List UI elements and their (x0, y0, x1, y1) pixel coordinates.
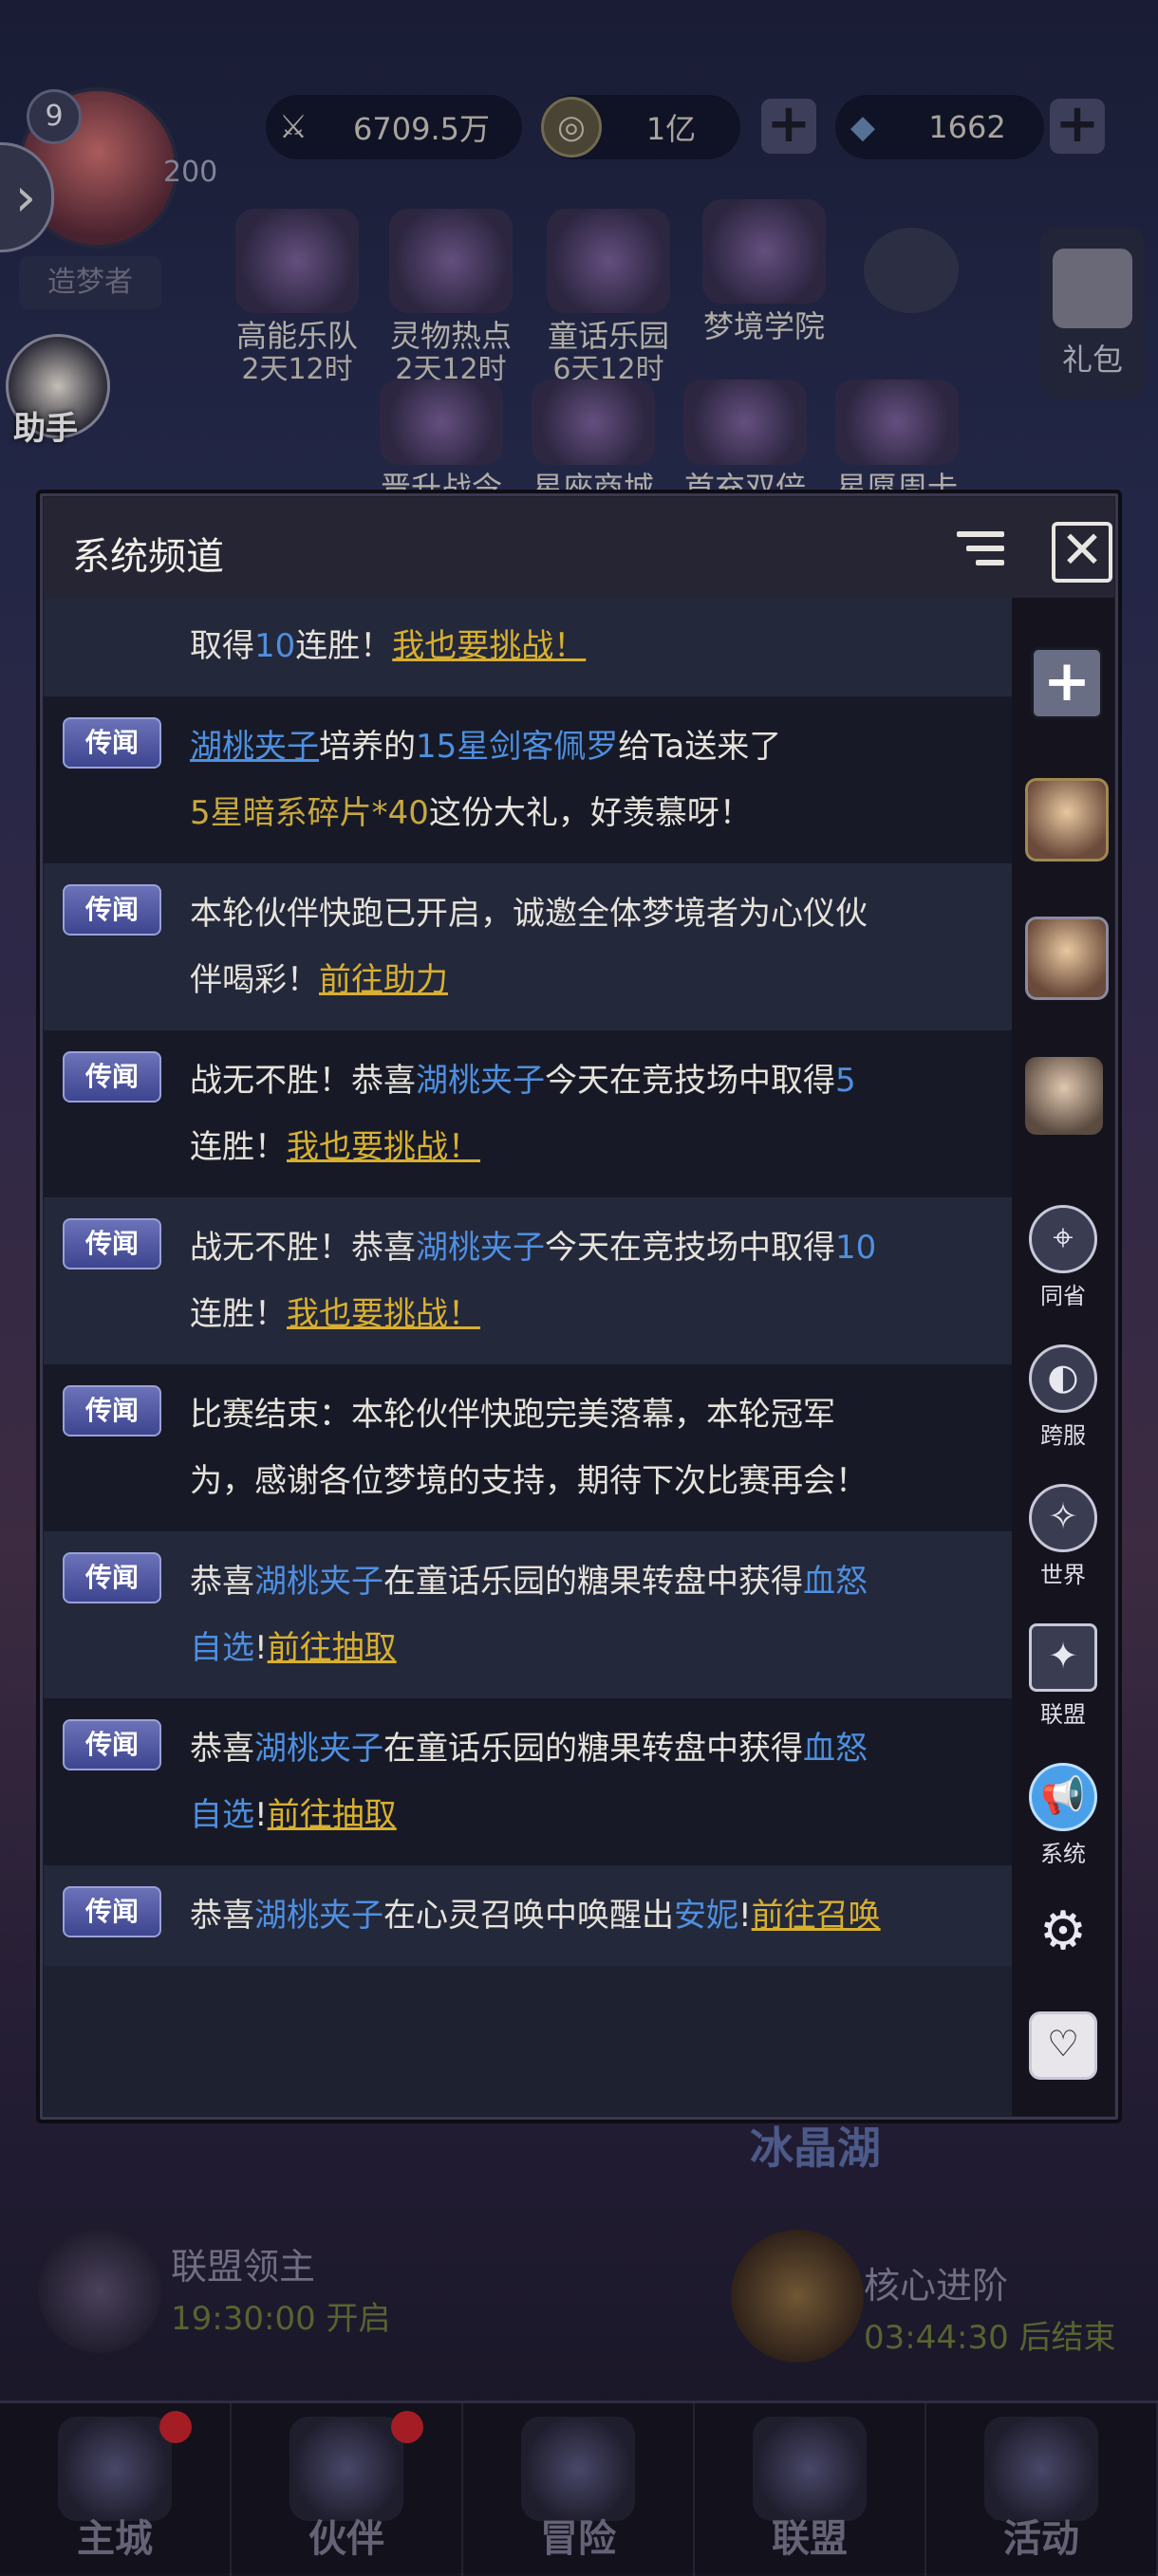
rumor-tag: 传闻 (63, 884, 161, 936)
contact-avatar[interactable] (1025, 917, 1109, 1000)
compass-icon (521, 2417, 635, 2521)
channel-sidebar: + ⌖ 同省 ◐ 跨服 ✧ 世界 ✦ 联盟 📢 系统 ⚙ ♡ (1012, 598, 1114, 2116)
rumor-tag: 传闻 (63, 1552, 161, 1603)
resource-power: ⚔ 6709.5万 (266, 95, 522, 159)
feature-weekly-card[interactable]: 星愿周卡 (807, 380, 987, 505)
alliance-icon: ✦ (1029, 1623, 1097, 1692)
player-name-link[interactable]: 湖桃夹子 (190, 728, 319, 766)
collapse-arrow-icon[interactable] (854, 228, 968, 319)
top-bar: 9 200 › 造梦者 ⚔ 6709.5万 ◎ 1亿 + ◆ 1662 + 高能… (0, 0, 1158, 505)
nav-alliance[interactable]: 联盟 (695, 2403, 926, 2576)
coin-icon: ◎ (541, 97, 602, 158)
event-core-advance[interactable]: 核心进阶 03:44:30 后结束 (731, 2230, 1139, 2372)
go-draw-link[interactable]: 前往抽取 (268, 1629, 397, 1667)
contact-avatar[interactable] (1025, 778, 1109, 862)
go-support-link[interactable]: 前往助力 (319, 961, 448, 999)
channel-cross-server[interactable]: ◐ 跨服 (1012, 1344, 1114, 1450)
gift-button[interactable]: 礼包 (1040, 228, 1145, 398)
level-badge: 9 (27, 89, 82, 144)
add-diamond-button[interactable]: + (1050, 98, 1105, 154)
alliance-lord-icon (38, 2230, 161, 2353)
challenge-link[interactable]: 我也要挑战！ (287, 1295, 480, 1333)
system-channel-panel: 系统频道 ✕ 取得10连胜！我也要挑战！ 传闻 湖桃夹子培养的15星剑客佩罗给T… (36, 490, 1122, 2123)
list-item: 取得10连胜！我也要挑战！ (44, 598, 1012, 696)
list-item: 传闻 战无不胜！恭喜湖桃夹子今天在竞技场中取得10连胜！我也要挑战！ (44, 1197, 1012, 1364)
location-icon: ⌖ (1029, 1205, 1097, 1273)
witch-hat-icon (290, 2417, 403, 2521)
shield-icon (753, 2417, 867, 2521)
cross-server-icon: ◐ (1029, 1344, 1097, 1413)
title-tag: 造梦者 (19, 256, 161, 309)
resource-diamond: ◆ 1662 (835, 95, 1044, 159)
rumor-tag: 传闻 (63, 717, 161, 769)
rumor-tag: 传闻 (63, 1385, 161, 1436)
filter-menu-icon[interactable] (957, 531, 1004, 569)
nav-adventure[interactable]: 冒险 (463, 2403, 695, 2576)
treasure-chest-icon (731, 2230, 864, 2363)
panel-title: 系统频道 (72, 535, 224, 579)
channel-system[interactable]: 📢 系统 (1012, 1763, 1114, 1868)
contact-avatar[interactable] (1025, 1057, 1103, 1135)
power-value: 200 (163, 156, 218, 189)
list-item: 传闻 战无不胜！恭喜湖桃夹子今天在竞技场中取得5连胜！我也要挑战！ (44, 1030, 1012, 1197)
rumor-tag: 传闻 (63, 1218, 161, 1269)
list-item: 传闻 湖桃夹子培养的15星剑客佩罗给Ta送来了 5星暗系碎片*40这份大礼，好羡… (44, 696, 1012, 863)
rumor-tag: 传闻 (63, 1051, 161, 1103)
nav-activity[interactable]: 活动 (926, 2403, 1158, 2576)
diamond-icon: ◆ (850, 108, 876, 146)
feature-dream-academy[interactable]: 梦境学院 (674, 199, 854, 343)
message-list[interactable]: 取得10连胜！我也要挑战！ 传闻 湖桃夹子培养的15星剑客佩罗给Ta送来了 5星… (44, 598, 1012, 2116)
heart-chat-icon: ♡ (1029, 2011, 1097, 2080)
cards-icon (984, 2417, 1098, 2521)
list-item: 传闻 本轮伙伴快跑已开启，诚邀全体梦境者为心仪伙伴喝彩！前往助力 (44, 863, 1012, 1030)
channel-alliance[interactable]: ✦ 联盟 (1012, 1623, 1114, 1729)
feature-spirit[interactable]: 灵物热点 2天12时 (361, 209, 541, 387)
notification-dot (159, 2411, 192, 2443)
list-item: 传闻 恭喜湖桃夹子在心灵召唤中唤醒出安妮!前往召唤 (44, 1865, 1012, 1966)
close-icon[interactable]: ✕ (1052, 522, 1112, 583)
bottom-nav: 主城 伙伴 冒险 联盟 活动 (0, 2400, 1158, 2576)
list-item: 传闻 恭喜湖桃夹子在童话乐园的糖果转盘中获得血怒自选!前往抽取 (44, 1531, 1012, 1698)
notification-dot (391, 2411, 423, 2443)
resource-coin: ◎ 1亿 (541, 95, 740, 159)
go-draw-link[interactable]: 前往抽取 (268, 1796, 397, 1834)
list-item: 传闻 比赛结束：本轮伙伴快跑完美落幕，本轮冠军为，感谢各位梦境的支持，期待下次比… (44, 1364, 1012, 1531)
list-item: 传闻 恭喜湖桃夹子在童话乐园的糖果转盘中获得血怒自选!前往抽取 (44, 1698, 1012, 1865)
add-channel-button[interactable]: + (1031, 647, 1103, 719)
feature-fairy-park[interactable]: 童话乐园 6天12时 (518, 209, 699, 387)
nav-main-city[interactable]: 主城 (0, 2403, 232, 2576)
rumor-tag: 传闻 (63, 1719, 161, 1770)
gear-icon: ⚙ (1038, 1900, 1088, 1962)
sword-icon: ⚔ (278, 108, 308, 146)
settings-button[interactable]: ⚙ (1012, 1902, 1114, 1969)
rumor-tag: 传闻 (63, 1886, 161, 1937)
go-summon-link[interactable]: 前往召唤 (752, 1897, 881, 1935)
challenge-link[interactable]: 我也要挑战！ (287, 1128, 480, 1166)
panel-header: 系统频道 ✕ (44, 497, 1114, 600)
channel-province[interactable]: ⌖ 同省 (1012, 1205, 1114, 1310)
megaphone-icon: 📢 (1029, 1763, 1097, 1831)
add-coin-button[interactable]: + (761, 98, 816, 154)
chat-button[interactable]: ♡ (1012, 2011, 1114, 2084)
castle-icon (58, 2417, 172, 2521)
channel-world[interactable]: ✧ 世界 (1012, 1484, 1114, 1589)
event-alliance-lord[interactable]: 联盟领主 19:30:00 开启 (28, 2220, 437, 2363)
helper-label: 助手 (13, 410, 78, 448)
world-icon: ✧ (1029, 1484, 1097, 1552)
gift-icon (1053, 249, 1132, 328)
challenge-link[interactable]: 我也要挑战！ (392, 627, 586, 665)
nav-partner[interactable]: 伙伴 (232, 2403, 463, 2576)
